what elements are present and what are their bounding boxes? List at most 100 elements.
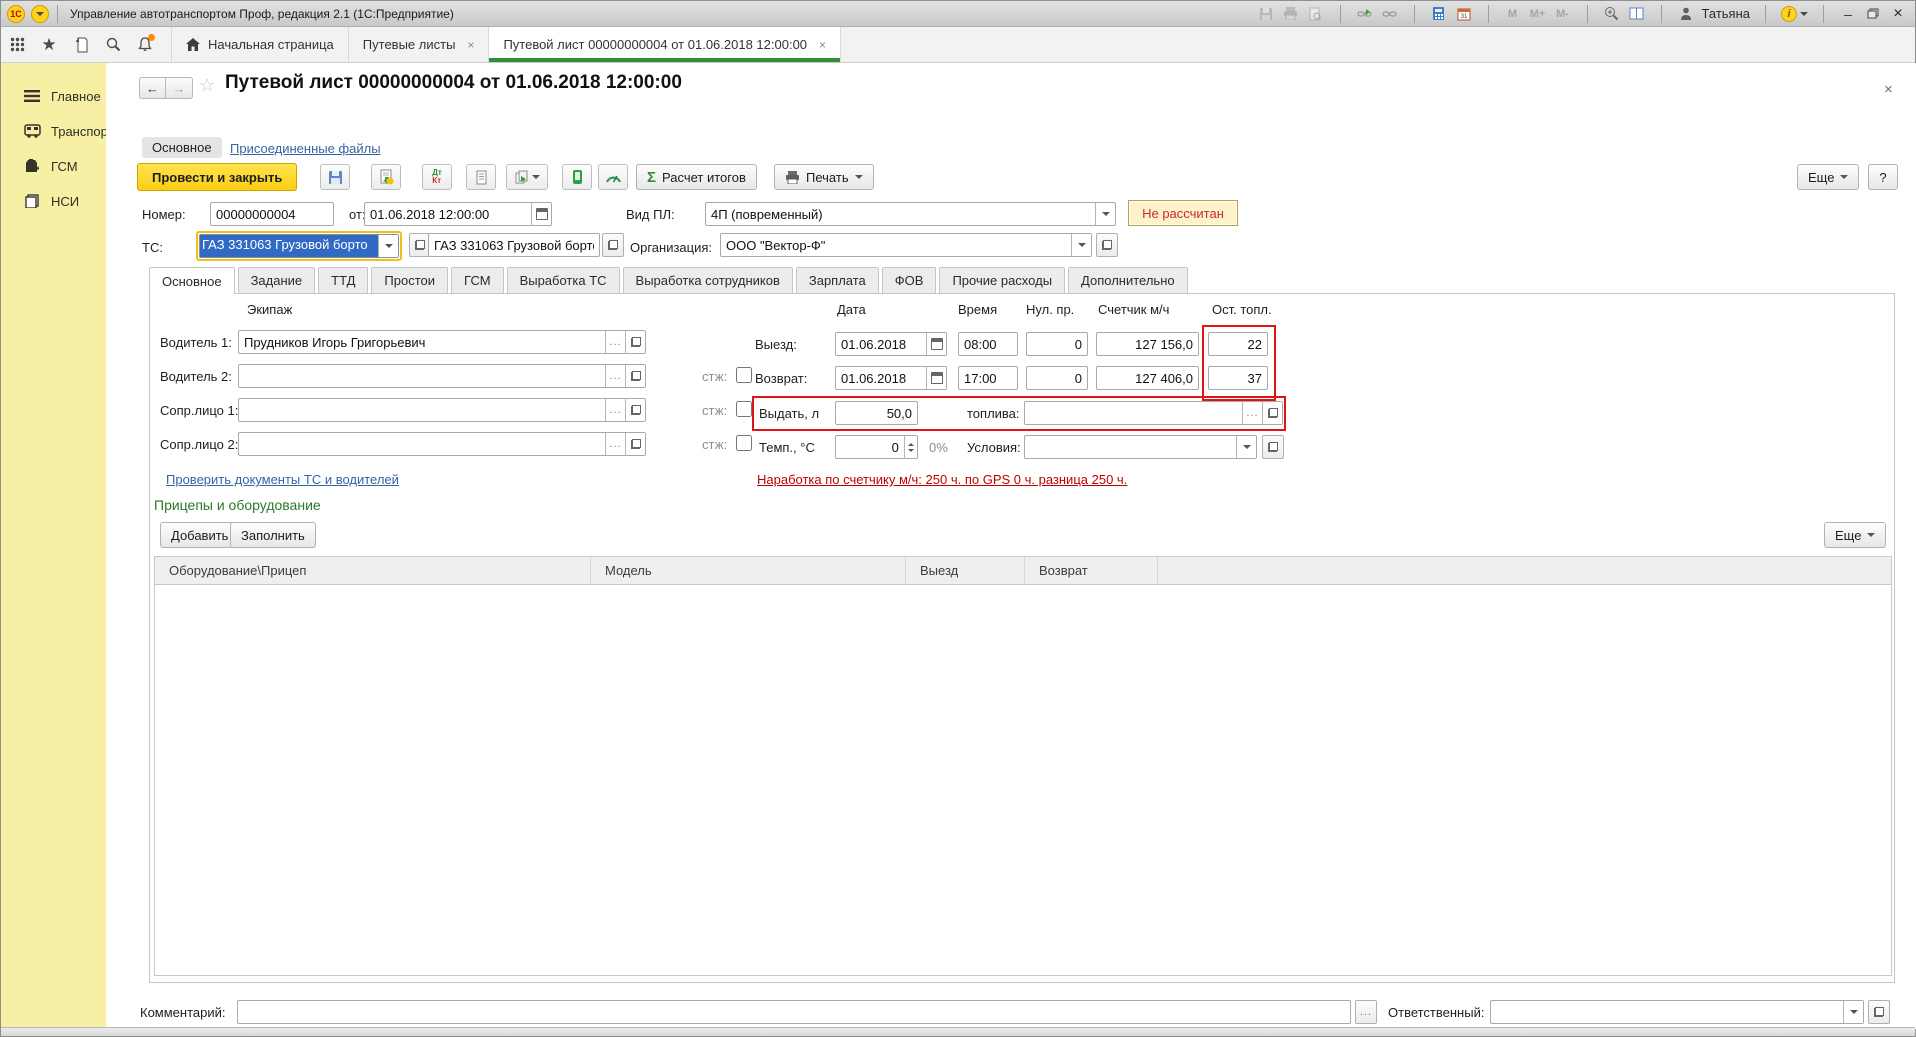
tab-waybills-list[interactable]: Путевые листы × [349, 27, 490, 62]
open-conditions-button[interactable] [1262, 435, 1284, 459]
print-button[interactable]: Печать [774, 164, 874, 190]
doc-tab-additional[interactable]: Дополнительно [1068, 267, 1188, 293]
fuel-type-field[interactable]: ... [1024, 401, 1283, 425]
post-document-button[interactable] [371, 164, 401, 190]
maximize-button[interactable] [1864, 6, 1882, 22]
help-button[interactable]: ? [1868, 164, 1898, 190]
vehicle-combo-focused[interactable]: ГАЗ 331063 Грузовой борто [196, 231, 402, 261]
doc-tab-main[interactable]: Основное [149, 267, 235, 294]
close-tab-icon[interactable]: × [819, 38, 826, 52]
copy-button[interactable] [506, 164, 548, 190]
forward-button[interactable]: → [166, 77, 193, 99]
issue-liters-field[interactable] [835, 401, 918, 425]
return-fuel-field[interactable] [1208, 366, 1268, 390]
open-responsible-button[interactable] [1868, 1000, 1890, 1024]
zoom-icon[interactable] [1603, 6, 1621, 22]
escort2-stj-checkbox[interactable] [736, 435, 752, 451]
post-and-close-button[interactable]: Провести и закрыть [137, 163, 297, 191]
back-button[interactable]: ← [139, 77, 166, 99]
departure-date-field[interactable] [835, 332, 947, 356]
dt-kt-button[interactable]: Дт Кт [422, 164, 452, 190]
organization-combo[interactable] [720, 233, 1092, 257]
stepper-icon[interactable] [904, 436, 917, 458]
doc-tab-downtime[interactable]: Простои [371, 267, 448, 293]
escort1-stj-checkbox[interactable] [736, 401, 752, 417]
driver2-stj-checkbox[interactable] [736, 367, 752, 383]
open-icon[interactable] [625, 365, 645, 387]
tab-waybill-document[interactable]: Путевой лист 00000000004 от 01.06.2018 1… [489, 27, 841, 62]
split-window-icon[interactable] [1628, 6, 1646, 22]
trailers-table-body[interactable] [155, 585, 1891, 975]
ellipsis-icon[interactable]: ... [1242, 402, 1262, 424]
driver2-field[interactable]: ... [238, 364, 646, 388]
favorites-star-button[interactable]: ★ [33, 27, 65, 62]
chevron-down-icon[interactable] [378, 235, 398, 257]
escort1-field[interactable]: ... [238, 398, 646, 422]
main-menu-button[interactable] [31, 5, 49, 23]
escort2-field[interactable]: ... [238, 432, 646, 456]
add-button[interactable]: Добавить [160, 522, 239, 548]
calculator-icon[interactable] [1430, 6, 1448, 22]
open-icon[interactable] [1262, 402, 1282, 424]
chevron-down-icon[interactable] [1071, 234, 1091, 256]
doc-tab-fov[interactable]: ФОВ [882, 267, 937, 293]
ellipsis-icon[interactable]: ... [605, 365, 625, 387]
doc-tab-ttd[interactable]: ТТД [318, 267, 368, 293]
calendar-icon[interactable]: 31 [1455, 6, 1473, 22]
doc-tab-other-expenses[interactable]: Прочие расходы [939, 267, 1065, 293]
calendar-icon[interactable] [926, 333, 946, 355]
column-model[interactable]: Модель [591, 557, 906, 584]
chevron-down-icon[interactable] [1236, 436, 1256, 458]
calendar-icon[interactable] [531, 203, 551, 225]
sidebar-item-main[interactable]: Главное [1, 81, 106, 111]
departure-counter-field[interactable] [1096, 332, 1199, 356]
return-date-field[interactable] [835, 366, 947, 390]
open-organization-button[interactable] [1096, 233, 1118, 257]
ellipsis-icon[interactable]: ... [605, 433, 625, 455]
info-button[interactable]: i [1781, 6, 1808, 22]
trailers-more-button[interactable]: Еще [1824, 522, 1886, 548]
comment-expand-button[interactable]: ... [1355, 1000, 1377, 1024]
mobile-device-button[interactable] [562, 164, 592, 190]
add-link-icon[interactable] [1356, 6, 1374, 22]
departure-fuel-field[interactable] [1208, 332, 1268, 356]
doc-tab-salary[interactable]: Зарплата [796, 267, 879, 293]
nav-link-attached-files[interactable]: Присоединенные файлы [230, 141, 381, 156]
calendar-icon[interactable] [926, 367, 946, 389]
favorite-star-icon[interactable]: ☆ [199, 75, 215, 96]
minimize-button[interactable]: – [1839, 6, 1857, 22]
sidebar-item-fuel[interactable]: ГСМ [1, 151, 106, 181]
open-icon[interactable] [625, 331, 645, 353]
tab-home[interactable]: Начальная страница [171, 27, 349, 62]
document-registers-button[interactable] [466, 164, 496, 190]
conditions-combo[interactable] [1024, 435, 1257, 459]
return-nul-field[interactable] [1026, 366, 1088, 390]
close-form-icon[interactable]: × [1884, 81, 1893, 98]
return-time-field[interactable] [958, 366, 1018, 390]
chevron-down-icon[interactable] [1095, 203, 1115, 225]
responsible-combo[interactable] [1490, 1000, 1864, 1024]
notifications-bell-button[interactable] [129, 27, 161, 62]
save-button[interactable] [320, 164, 350, 190]
close-button[interactable]: × [1889, 6, 1907, 22]
history-button[interactable] [65, 27, 97, 62]
waybill-kind-combo[interactable] [705, 202, 1116, 226]
doc-date-field[interactable] [364, 202, 552, 226]
open-icon[interactable] [625, 399, 645, 421]
sidebar-item-nsi[interactable]: НСИ [1, 186, 106, 216]
return-counter-field[interactable] [1096, 366, 1199, 390]
nav-link-main[interactable]: Основное [142, 137, 222, 158]
user-name[interactable]: Татьяна [1702, 6, 1750, 21]
comment-field[interactable] [237, 1000, 1351, 1024]
doc-tab-vehicle-output[interactable]: Выработка ТС [507, 267, 620, 293]
counter-warning-link[interactable]: Наработка по счетчику м/ч: 250 ч. по GPS… [757, 472, 1127, 487]
departure-nul-field[interactable] [1026, 332, 1088, 356]
search-button[interactable] [97, 27, 129, 62]
check-documents-link[interactable]: Проверить документы ТС и водителей [166, 472, 399, 487]
chevron-down-icon[interactable] [1843, 1001, 1863, 1023]
column-departure[interactable]: Выезд [906, 557, 1025, 584]
departure-time-field[interactable] [958, 332, 1018, 356]
more-button[interactable]: Еще [1797, 164, 1859, 190]
doc-tab-fuel[interactable]: ГСМ [451, 267, 504, 293]
column-return[interactable]: Возврат [1025, 557, 1158, 584]
